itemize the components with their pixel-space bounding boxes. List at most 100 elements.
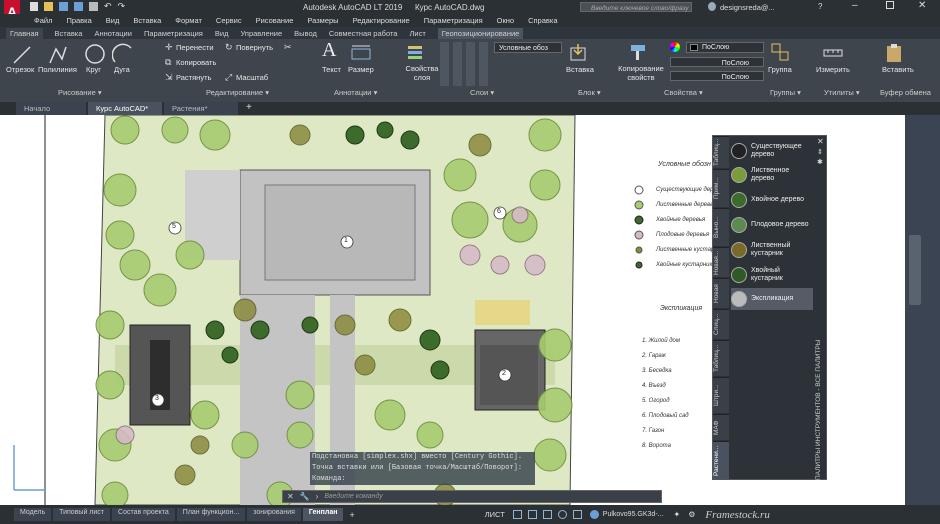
insert-block-icon[interactable] — [568, 42, 588, 62]
text-button[interactable]: Текст — [322, 65, 341, 74]
scale-button[interactable]: Масштаб — [236, 73, 268, 82]
dimension-icon[interactable] — [350, 43, 372, 63]
move-button[interactable]: Перенести — [176, 43, 214, 52]
command-line[interactable]: ✕ 🔧 › Введите команду — [282, 490, 662, 503]
line-icon[interactable] — [12, 45, 32, 65]
palette-tab-maf[interactable]: МАФ — [713, 414, 729, 440]
polyline-button[interactable]: Полилиния — [38, 65, 77, 74]
palette-tab-hatch[interactable]: Штри... — [713, 377, 729, 413]
new-icon[interactable] — [30, 2, 38, 11]
doc-tab-start[interactable]: Начало — [16, 102, 86, 115]
layer-properties-icon[interactable] — [406, 42, 426, 62]
palette-item-deciduous-tree[interactable]: Лиственное дерево — [731, 164, 813, 186]
measure-icon[interactable] — [822, 42, 844, 62]
open-icon[interactable] — [44, 2, 53, 11]
palette-tab-new-1[interactable]: Новая... — [713, 247, 729, 277]
palette-tab-tables[interactable]: Таблиц... — [713, 136, 729, 168]
tab-view[interactable]: Вид — [215, 29, 229, 38]
search-box[interactable]: Введите ключевое слово/фразу — [580, 2, 692, 12]
color-wheel-icon[interactable] — [670, 42, 680, 52]
user-name[interactable]: designsreda@... — [720, 3, 775, 12]
space-toggle[interactable]: ЛИСТ — [485, 510, 505, 519]
menu-format[interactable]: Формат — [175, 16, 202, 25]
menu-dimension[interactable]: Размеры — [307, 16, 338, 25]
tab-home[interactable]: Главная — [6, 27, 43, 39]
circle-icon[interactable] — [84, 43, 106, 65]
osnap-icon[interactable] — [572, 510, 582, 519]
grid-icon[interactable] — [512, 510, 522, 519]
palette-item-explication[interactable]: Экспликация — [731, 288, 813, 310]
dimension-button[interactable]: Размер — [348, 65, 374, 74]
menu-view[interactable]: Вид — [106, 16, 120, 25]
layout-tab-typical[interactable]: Типовый лист — [53, 508, 111, 521]
copy-button[interactable]: Копировать — [176, 58, 216, 67]
layout-tab-model[interactable]: Модель — [14, 508, 52, 521]
color-dropdown[interactable]: ПоСлою — [686, 42, 764, 53]
annotation-panel-header[interactable]: Аннотации ▾ — [334, 88, 377, 97]
arc-icon[interactable] — [112, 43, 134, 65]
polar-icon[interactable] — [557, 510, 567, 519]
quick-access-toolbar[interactable]: ↶ ↷ — [30, 2, 210, 12]
layout-tab-zoning[interactable]: зонирования — [247, 508, 301, 521]
rotate-button[interactable]: Повернуть — [236, 43, 273, 52]
annotation-scale-icon[interactable]: ✦ — [673, 510, 680, 519]
tab-layout[interactable]: Лист — [409, 29, 425, 38]
palette-autohide-icon[interactable]: ⇕ — [817, 148, 823, 156]
layers-panel-header[interactable]: Слои ▾ — [470, 88, 494, 97]
draw-panel-header[interactable]: Рисование ▾ — [58, 88, 102, 97]
layout-tab-functional[interactable]: План функцион... — [176, 508, 246, 521]
menu-window[interactable]: Окно — [497, 16, 514, 25]
close-icon[interactable]: ✕ — [918, 0, 926, 11]
undo-icon[interactable]: ↶ — [104, 2, 112, 12]
trim-icon[interactable]: ✂ — [284, 42, 292, 53]
new-tab-icon[interactable]: + — [246, 102, 252, 113]
redo-icon[interactable]: ↷ — [118, 2, 126, 12]
print-icon[interactable] — [89, 2, 98, 11]
help-icon[interactable]: ? — [818, 2, 822, 11]
match-properties-icon[interactable] — [628, 42, 648, 62]
menu-help[interactable]: Справка — [528, 16, 557, 25]
tab-geolocation[interactable]: Геопозиционирование — [437, 27, 524, 39]
lineweight-dropdown[interactable]: ПоСлою — [670, 71, 764, 81]
insert-block-button[interactable]: Вставка — [566, 65, 594, 74]
globe-icon[interactable] — [589, 510, 599, 519]
paste-icon[interactable] — [884, 42, 904, 64]
ortho-icon[interactable] — [542, 510, 552, 519]
scroll-thumb[interactable] — [909, 235, 921, 305]
current-layer-dropdown[interactable]: Условные обоз — [494, 42, 562, 53]
doc-tab-course[interactable]: Курс AutoCAD* — [88, 102, 162, 115]
palette-item-conifer-tree[interactable]: Хвойное дерево — [731, 189, 813, 211]
menu-insert[interactable]: Вставка — [133, 16, 161, 25]
match-properties-button[interactable]: Копирование свойств — [616, 64, 666, 82]
clipboard-panel-header[interactable]: Буфер обмена — [880, 88, 931, 97]
palette-item-fruit-tree[interactable]: Плодовое дерево — [731, 214, 813, 236]
palette-tab-tables-2[interactable]: Таблиц... — [713, 340, 729, 376]
tab-output[interactable]: Вывод — [294, 29, 317, 38]
doc-tab-plants[interactable]: Растения* — [164, 102, 238, 115]
paste-button[interactable]: Вставить — [882, 65, 914, 74]
arc-button[interactable]: Дуга — [114, 65, 130, 74]
palette-properties-icon[interactable]: ✱ — [817, 158, 823, 166]
utilities-panel-header[interactable]: Утилиты ▾ — [824, 88, 860, 97]
properties-panel-header[interactable]: Свойства ▾ — [664, 88, 703, 97]
palette-close-icon[interactable]: ✕ — [817, 137, 824, 146]
palette-item-deciduous-shrub[interactable]: Лиственный кустарник — [731, 239, 813, 261]
add-layout-icon[interactable]: + — [349, 510, 354, 520]
wrench-icon[interactable]: 🔧 — [300, 492, 310, 501]
group-button[interactable]: Группа — [768, 65, 792, 74]
snap-icon[interactable] — [527, 510, 537, 519]
user-icon[interactable] — [708, 2, 716, 11]
coordinate-system[interactable]: Pulkovo95.GK3d-... — [603, 511, 664, 518]
palette-item-existing-tree[interactable]: Существующее дерево — [731, 140, 813, 162]
linetype-dropdown[interactable]: ПоСлою — [670, 57, 764, 67]
menu-modify[interactable]: Редактирование — [353, 16, 410, 25]
menu-parametric[interactable]: Параметризация — [424, 16, 483, 25]
palette-tab-slices[interactable]: Слиц... — [713, 309, 729, 339]
layout-tab-genplan[interactable]: Генплан — [302, 508, 344, 521]
groups-panel-header[interactable]: Группы ▾ — [770, 88, 801, 97]
palette-tab-notes[interactable]: Прим... — [713, 169, 729, 207]
settings-icon[interactable]: ⚙ — [688, 510, 695, 519]
group-icon[interactable] — [770, 42, 790, 62]
tab-insert[interactable]: Вставка — [55, 29, 83, 38]
layer-properties-button[interactable]: Свойства слоя — [402, 64, 442, 82]
